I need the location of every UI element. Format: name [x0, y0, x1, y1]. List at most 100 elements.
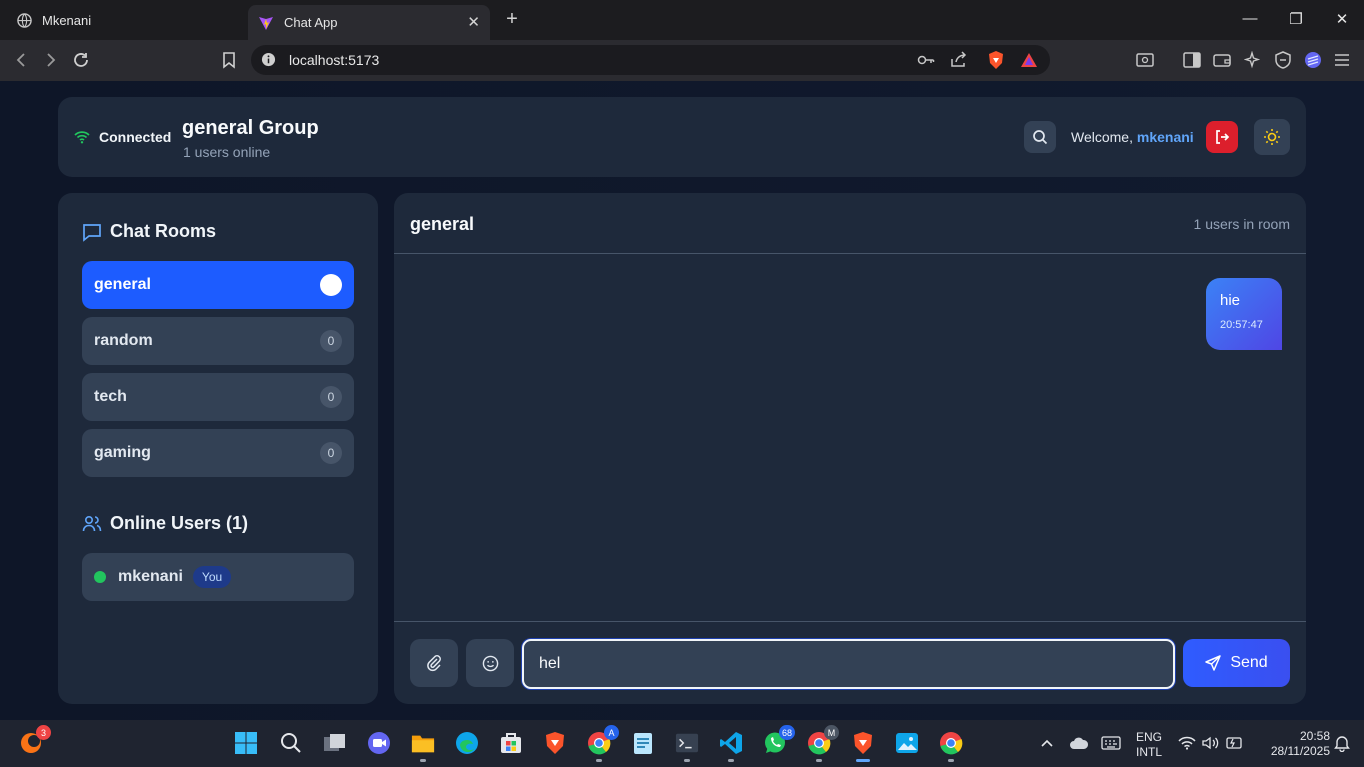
- window-close-button[interactable]: ✕: [1332, 10, 1352, 28]
- search-icon: [1032, 129, 1048, 145]
- meet-icon[interactable]: [367, 731, 391, 755]
- room-count-badge: 0: [320, 442, 342, 464]
- minimize-button[interactable]: —: [1240, 10, 1260, 27]
- clock[interactable]: 20:58 28/11/2025: [1254, 729, 1330, 759]
- file-explorer-icon[interactable]: [411, 731, 435, 762]
- smiley-icon: [482, 655, 499, 672]
- theme-toggle-button[interactable]: [1254, 119, 1290, 155]
- maximize-button[interactable]: ❐: [1286, 10, 1306, 28]
- browser-tabbar: Mkenani Chat App ✕ + — ❐ ✕: [0, 0, 1364, 40]
- sidebar: Chat Rooms general random 0 tech 0 gamin…: [58, 193, 378, 704]
- search-taskbar-icon[interactable]: [279, 731, 303, 755]
- notepad-icon[interactable]: [631, 731, 655, 755]
- store-icon[interactable]: [499, 731, 523, 755]
- wallet-icon[interactable]: [1212, 50, 1232, 70]
- send-button[interactable]: Send: [1183, 639, 1290, 687]
- new-tab-button[interactable]: +: [502, 8, 522, 31]
- edge-icon[interactable]: [455, 731, 479, 755]
- terminal-icon[interactable]: [675, 731, 699, 762]
- globe-icon: [16, 12, 32, 28]
- wifi-tray-icon[interactable]: [1175, 731, 1199, 755]
- search-button[interactable]: [1024, 121, 1056, 153]
- wifi-icon: [74, 130, 90, 144]
- brave-shield-icon[interactable]: [987, 50, 1005, 75]
- room-count-badge: 0: [320, 330, 342, 352]
- clock-date: 28/11/2025: [1270, 744, 1330, 758]
- screen-search-icon[interactable]: [1135, 50, 1155, 70]
- vpn-icon[interactable]: [1273, 50, 1293, 70]
- vscode-icon[interactable]: [719, 731, 743, 762]
- brave-rewards-icon[interactable]: [1020, 52, 1038, 73]
- chat-app: Connected general Group 1 users online W…: [0, 81, 1364, 720]
- site-info-icon[interactable]: [261, 52, 276, 72]
- app-header: Connected general Group 1 users online W…: [58, 97, 1306, 177]
- forward-icon[interactable]: [41, 50, 61, 70]
- room-item-general[interactable]: general: [82, 261, 354, 309]
- online-user-item[interactable]: mkenani You: [82, 553, 354, 601]
- start-icon[interactable]: [234, 731, 258, 755]
- room-count-badge: 0: [320, 386, 342, 408]
- status-text: Connected: [99, 129, 172, 145]
- chrome-profile-a-icon[interactable]: A: [587, 725, 619, 762]
- sidebar-toggle-icon[interactable]: [1182, 50, 1202, 70]
- bookmark-icon[interactable]: [219, 50, 239, 70]
- room-item-random[interactable]: random 0: [82, 317, 354, 365]
- brave-taskbar-icon[interactable]: [543, 731, 567, 755]
- key-icon[interactable]: [917, 52, 935, 73]
- browser-tab-mkenani[interactable]: Mkenani: [6, 5, 246, 35]
- room-name: tech: [94, 388, 127, 405]
- task-view-icon[interactable]: [323, 731, 347, 755]
- photos-icon[interactable]: [895, 731, 919, 755]
- chat-header: general 1 users in room: [394, 193, 1306, 254]
- notification-badge: 3: [36, 725, 51, 740]
- leo-ai-icon[interactable]: [1243, 50, 1263, 70]
- online-status-dot: [94, 571, 106, 583]
- taskbar: 3 A 68 M ENG INTL 20:58 28/11/2025: [0, 720, 1364, 767]
- profile-badge: A: [604, 725, 619, 740]
- logout-button[interactable]: [1206, 121, 1238, 153]
- notifications-icon[interactable]: [1330, 731, 1354, 755]
- room-name: gaming: [94, 444, 151, 461]
- widgets-app-icon[interactable]: 3: [19, 725, 51, 755]
- extension-icon[interactable]: [1303, 50, 1323, 70]
- message-text: hie: [1220, 292, 1241, 309]
- share-icon[interactable]: [950, 51, 968, 73]
- welcome-text: Welcome, mkenani: [1071, 129, 1194, 145]
- chrome-extra-icon[interactable]: [939, 731, 963, 762]
- language-code: ENG: [1135, 730, 1162, 744]
- room-item-tech[interactable]: tech 0: [82, 373, 354, 421]
- profile-badge: M: [824, 725, 839, 740]
- message-input[interactable]: [522, 639, 1175, 689]
- back-icon[interactable]: [11, 50, 31, 70]
- room-count-badge: [320, 274, 342, 296]
- message-bubble[interactable]: hie 20:57:47: [1206, 278, 1282, 350]
- users-icon: [82, 514, 102, 534]
- chrome-profile-m-icon[interactable]: M: [807, 725, 839, 762]
- room-item-gaming[interactable]: gaming 0: [82, 429, 354, 477]
- chat-rooms-heading: Chat Rooms: [82, 221, 216, 242]
- battery-icon[interactable]: [1222, 731, 1246, 755]
- page-title: general Group: [182, 117, 319, 139]
- attach-button[interactable]: [410, 639, 458, 687]
- chevron-up-icon[interactable]: [1035, 731, 1059, 755]
- menu-icon[interactable]: [1332, 50, 1352, 70]
- close-icon[interactable]: ✕: [467, 13, 480, 31]
- welcome-prefix: Welcome,: [1071, 129, 1137, 145]
- brave-active-icon[interactable]: [851, 731, 875, 762]
- chat-panel: general 1 users in room hie 20:57:47 hel…: [394, 193, 1306, 704]
- emoji-button[interactable]: [466, 639, 514, 687]
- browser-tab-chat-app[interactable]: Chat App ✕: [248, 5, 490, 40]
- reload-icon[interactable]: [71, 50, 91, 70]
- online-users-heading: Online Users (1): [82, 513, 248, 534]
- keyboard-icon[interactable]: [1099, 731, 1123, 755]
- chat-room-title: general: [410, 214, 475, 234]
- message-time: 20:57:47: [1220, 319, 1263, 331]
- volume-icon[interactable]: [1199, 731, 1223, 755]
- address-bar[interactable]: localhost:5173: [251, 45, 1050, 75]
- whatsapp-icon[interactable]: 68: [763, 725, 795, 755]
- room-user-count: 1 users in room: [1193, 216, 1290, 232]
- composer: Send: [394, 621, 1306, 704]
- input-language[interactable]: ENG INTL: [1134, 730, 1164, 760]
- onedrive-icon[interactable]: [1067, 731, 1091, 755]
- browser-toolbar: localhost:5173: [0, 40, 1364, 81]
